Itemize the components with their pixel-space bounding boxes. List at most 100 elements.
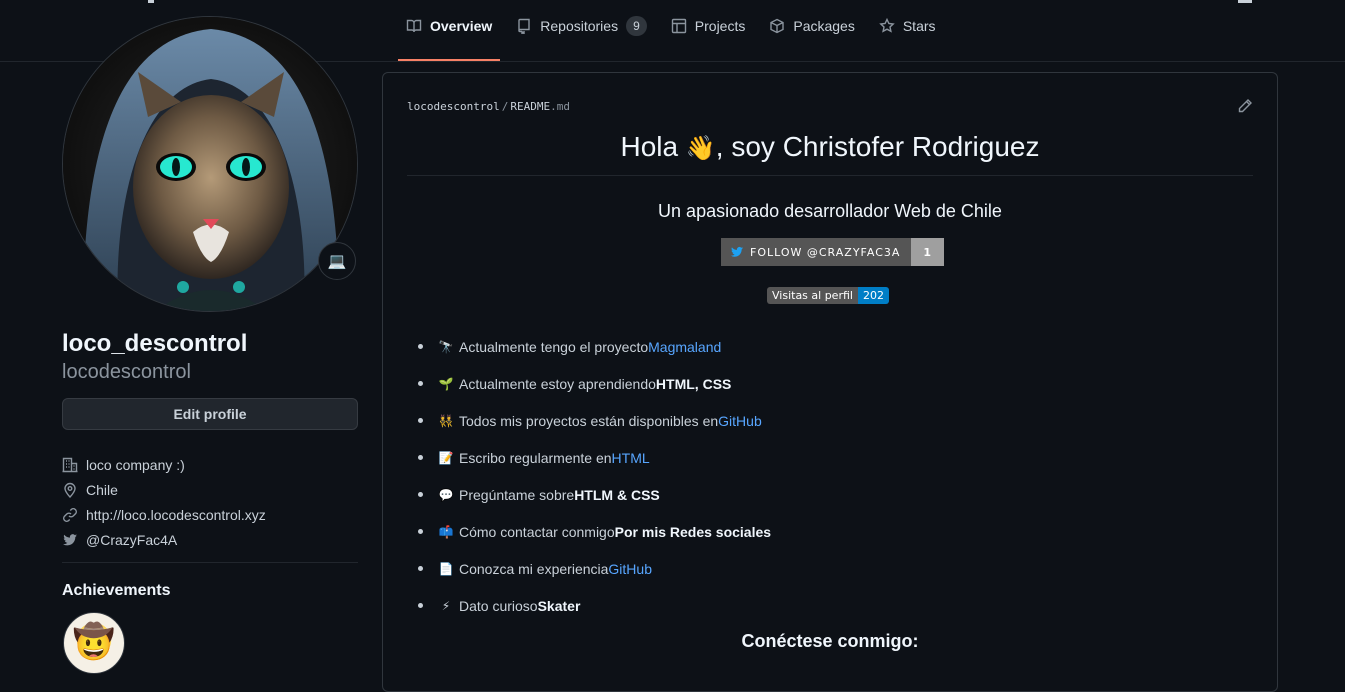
bullet	[418, 381, 423, 386]
mailbox-icon: 📫	[438, 524, 454, 539]
seedling-icon: 🌱	[438, 376, 454, 391]
list-item: 📄 Conozca mi experiencia GitHub	[418, 550, 771, 587]
item-bold: HTML, CSS	[655, 375, 732, 392]
organization-icon	[62, 457, 78, 472]
pencil-icon	[1238, 99, 1252, 113]
bullet	[418, 529, 423, 534]
telescope-icon: 🔭	[438, 339, 454, 354]
item-text: Actualmente estoy aprendiendo	[459, 375, 656, 392]
readme-path: locodescontrol / README.md	[407, 100, 570, 113]
tab-projects[interactable]: Projects	[663, 14, 754, 61]
readme-file-link[interactable]: README.md	[510, 100, 570, 113]
website-detail[interactable]: http://loco.locodescontrol.xyz	[62, 502, 266, 527]
twitter-handle[interactable]: @CrazyFac4A	[86, 532, 177, 548]
readme-owner-link[interactable]: locodescontrol	[407, 100, 500, 113]
waving-hand-icon: 👋	[685, 135, 716, 162]
tab-packages[interactable]: Packages	[761, 14, 862, 61]
connect-heading: Conéctese conmigo:	[741, 631, 919, 651]
twitter-detail[interactable]: @CrazyFac4A	[62, 527, 266, 552]
profile-views-badge: Visitas al perfil 202	[767, 287, 889, 304]
status-badge[interactable]: 💻	[318, 242, 356, 280]
follow-label: FOLLOW @CRAZYFAC3A	[750, 245, 901, 259]
bullet	[418, 455, 423, 460]
star-icon	[879, 18, 895, 33]
profile-details: loco company :) Chile http://loco.locode…	[62, 452, 266, 552]
list-item: 📝 Escribo regularmente en HTML	[418, 439, 771, 476]
laptop-icon: 💻	[327, 253, 347, 270]
bullet	[418, 344, 423, 349]
tab-stars[interactable]: Stars	[871, 14, 944, 61]
readme-file-ext: .md	[550, 100, 570, 113]
item-bold: Skater	[537, 597, 581, 614]
github-link[interactable]: GitHub	[718, 413, 762, 429]
package-icon	[770, 18, 785, 34]
tab-overview[interactable]: Overview	[398, 14, 501, 61]
item-text: Escribo regularmente en	[459, 449, 612, 466]
edit-profile-button[interactable]: Edit profile	[62, 398, 358, 430]
profile-login: locodescontrol	[62, 361, 191, 383]
item-text: Cómo contactar conmigo	[459, 523, 615, 540]
avatar[interactable]	[62, 16, 358, 312]
tab-label: Overview	[430, 18, 493, 34]
people-icon: 👯	[438, 413, 454, 428]
bullet	[418, 418, 423, 423]
heading-divider	[407, 175, 1253, 176]
twitter-follow-badge[interactable]: FOLLOW @CRAZYFAC3A 1	[721, 238, 945, 266]
readme-heading: Hola 👋, soy Christofer Rodriguez	[407, 131, 1253, 163]
item-text: Actualmente tengo el proyecto	[459, 338, 649, 355]
visits-label: Visitas al perfil	[767, 287, 858, 304]
tab-label: Repositories	[540, 18, 619, 34]
profile-tabs: Overview Repositories 9 Projects Package…	[398, 14, 952, 61]
document-icon: 📄	[438, 561, 454, 576]
avatar-container: 💻	[62, 16, 358, 312]
list-item: 👯 Todos mis proyectos están disponibles e…	[418, 402, 771, 439]
bullet	[418, 492, 423, 497]
twitter-icon	[63, 533, 77, 545]
edit-readme-button[interactable]	[1237, 98, 1253, 114]
path-separator: /	[501, 100, 509, 113]
item-bold: Por mis Redes sociales	[614, 523, 772, 540]
bullet	[418, 603, 423, 608]
memo-icon: 📝	[438, 450, 454, 465]
achievement-badge[interactable]: 🤠	[63, 612, 125, 674]
follow-badge-left: FOLLOW @CRAZYFAC3A	[721, 238, 912, 266]
achievements-title: Achievements	[62, 582, 171, 599]
tab-repositories[interactable]: Repositories 9	[508, 14, 655, 61]
sidebar-divider	[62, 562, 358, 563]
list-item: 🌱 Actualmente estoy aprendiendo HTML, CSS	[418, 365, 771, 402]
tab-label: Projects	[694, 18, 746, 34]
company-detail: loco company :)	[62, 452, 266, 477]
location-icon	[64, 482, 76, 498]
location-detail: Chile	[62, 477, 266, 502]
item-text: Todos mis proyectos están disponibles en	[459, 412, 719, 429]
twitter-bird-icon	[730, 246, 744, 257]
item-bold: HTLM & CSS	[574, 486, 660, 503]
website-link[interactable]: http://loco.locodescontrol.xyz	[86, 507, 266, 523]
heading-text-start: Hola	[620, 131, 686, 162]
header-edge-mark	[1238, 0, 1252, 3]
list-item: ⚡ Dato curioso Skater	[418, 587, 771, 624]
profile-name: loco_descontrol	[62, 330, 248, 357]
heading-text-end: , soy Christofer Rodriguez	[715, 131, 1040, 162]
magmaland-link[interactable]: Magmaland	[648, 339, 721, 355]
readme-file-name: README	[510, 100, 551, 113]
table-icon	[671, 18, 686, 34]
link-icon	[63, 507, 77, 522]
company-text: loco company :)	[86, 456, 185, 473]
follow-count: 1	[911, 238, 945, 266]
readme-list: 🔭 Actualmente tengo el proyecto Magmaland…	[418, 328, 771, 624]
speech-bubble-icon: 💬	[438, 487, 454, 502]
profile-readme: locodescontrol / README.md Hola 👋, soy Chr…	[382, 72, 1278, 692]
item-text: Pregúntame sobre	[459, 486, 575, 503]
avatar-cat-hoodie-image	[63, 17, 357, 311]
header-edge-mark	[148, 0, 154, 3]
book-icon	[406, 19, 422, 33]
tab-label: Packages	[793, 18, 855, 34]
github-link[interactable]: GitHub	[608, 561, 652, 577]
list-item: 💬 Pregúntame sobre HTLM & CSS	[418, 476, 771, 513]
html-link[interactable]: HTML	[612, 450, 650, 466]
tab-label: Stars	[902, 18, 936, 34]
cowboy-emoji-icon: 🤠	[72, 623, 116, 661]
readme-subtitle: Un apasionado desarrollador Web de Chile	[658, 201, 1002, 221]
item-text: Conozca mi experiencia	[459, 560, 609, 577]
